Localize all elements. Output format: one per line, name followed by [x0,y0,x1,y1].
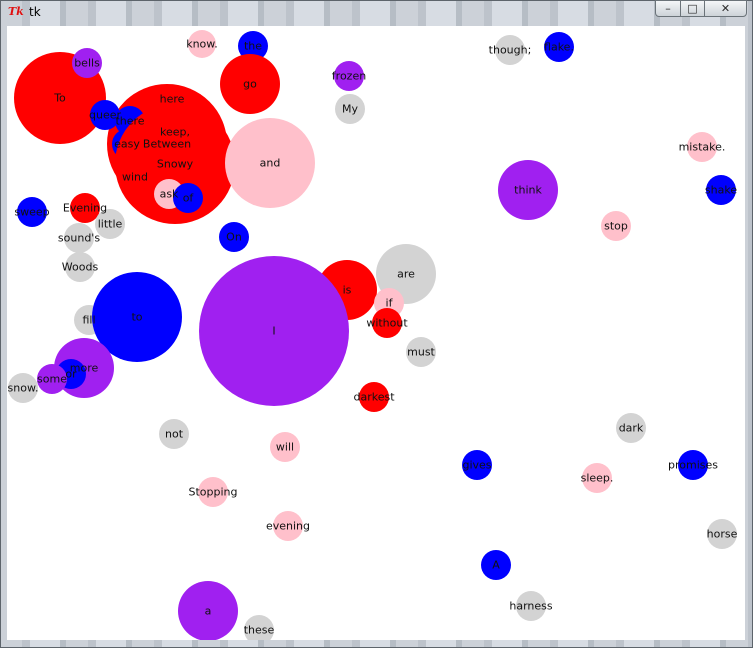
bubble-label: are [397,267,415,281]
bubble-label: A [492,558,500,572]
bubble-label: sleep. [580,471,614,485]
close-button[interactable]: ✕ [704,0,747,17]
bubble-label: On [226,230,242,244]
bubble-label: evening [265,519,311,533]
bubble-label: little [97,217,123,231]
bubble-label: mistake. [678,140,726,154]
bubble-label: Snowy [156,157,194,171]
bubble-label: gives [462,458,492,472]
bubble-label: will [275,440,295,454]
bubble-label: My [341,102,359,116]
bubble-label: ask [159,187,179,201]
bubble-label: if [385,296,393,310]
bubble-label: shake [704,183,738,197]
bubble-label: some [37,372,67,386]
bubble-label: Between [142,137,192,151]
bubble-label: must [407,345,435,359]
title-bar[interactable]: Tk tk – □ ✕ [0,0,753,24]
bubble-label: queer [88,108,122,122]
maximize-button[interactable]: □ [680,0,705,17]
tk-logo-icon: Tk [8,5,24,18]
bubble-canvas[interactable]: To bells know. the go frozen My though; flake. he… [7,26,745,640]
bubble-label: here [159,92,185,106]
bubble-label: not [164,427,184,441]
bubble-label: darkest [353,390,395,404]
bubble-label: promises [668,458,718,472]
bubble-label: I [272,324,276,338]
bubble-label: of [182,191,194,205]
bubble-label: snow. [7,381,39,395]
bubble-label: wind [121,170,149,184]
bubble-label: though; [488,43,532,57]
bubble-label: Stopping [188,485,238,499]
bubble-label: is [342,283,352,297]
bubble-label: bells [74,56,100,70]
bubble-label: the [243,39,263,53]
minimize-button[interactable]: – [655,0,681,17]
minimize-icon: – [665,2,671,15]
bubble-label: harness [509,599,553,613]
bubble-label: easy [114,137,140,151]
bubble-label: go [243,77,257,91]
bubble-label: a [204,604,212,618]
bubble-label: frozen [331,69,367,83]
bubble-label: horse [706,527,738,541]
bubble-label: flake. [544,40,574,54]
window-title: tk [29,5,41,19]
bubble-label: know. [186,37,218,51]
bubble-label: sweep [14,205,50,219]
bubble-label: and [259,156,281,170]
bubble-label: fill [82,313,96,327]
bubble-label: To [54,91,66,105]
bubble-label: sound's [57,231,101,245]
bubble-label: dark [618,421,644,435]
bubble-label: keep, [160,125,190,139]
bubble-label: or [65,367,77,381]
close-icon: ✕ [720,2,731,15]
bubble-label: these [243,623,275,637]
maximize-icon: □ [687,2,698,15]
bubble-label: to [131,310,143,324]
bubble-label: stop [604,219,628,233]
bubble-label: Woods [61,260,99,274]
bubble-label: Evening [62,201,108,215]
bubble-label: without [366,316,408,330]
bubble-label: think [514,183,542,197]
